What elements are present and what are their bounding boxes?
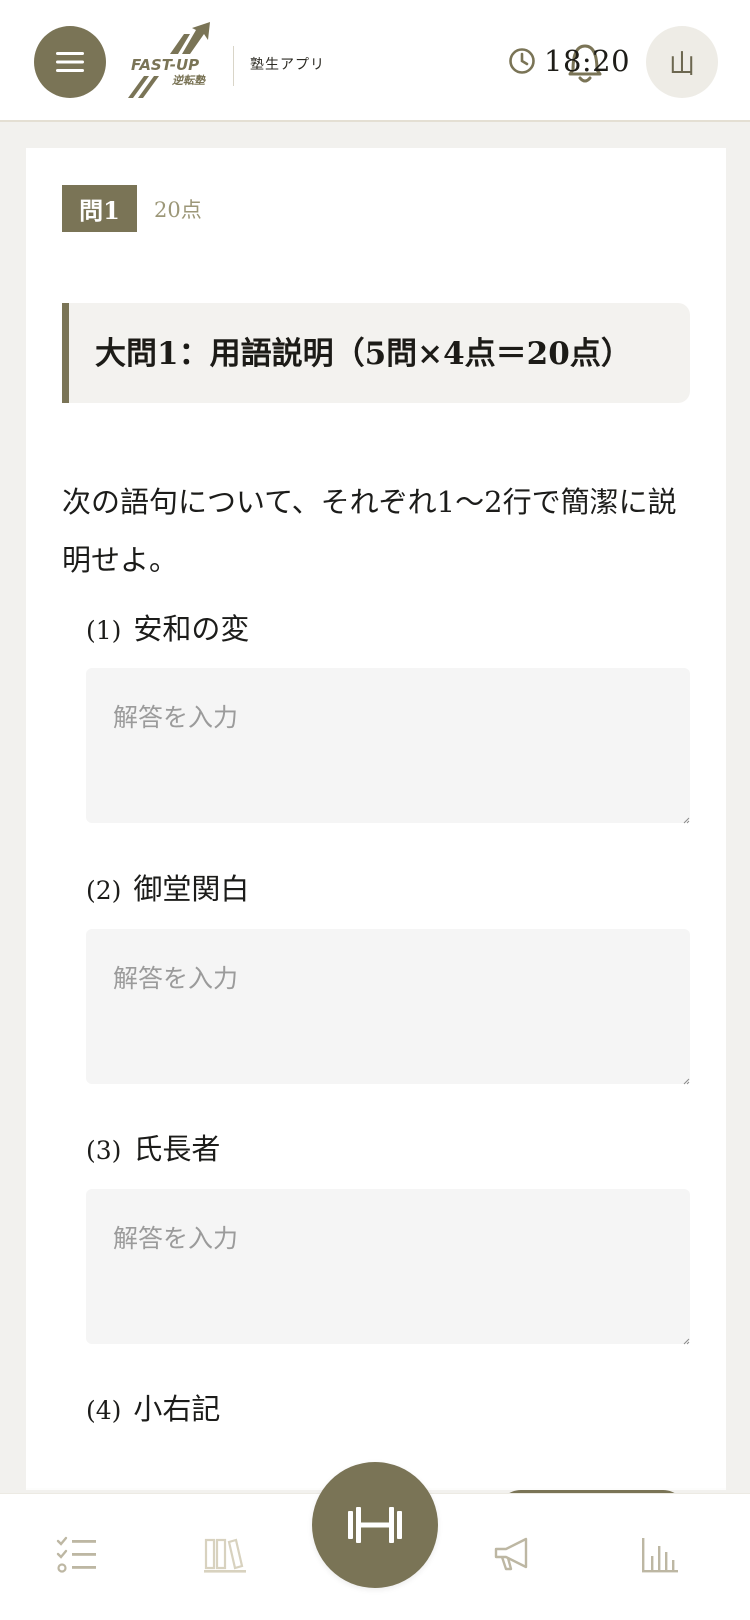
fast-up-logo[interactable]: FAST-UP 逆転塾 (128, 20, 228, 104)
item-label-1: (1) 安和の変 (86, 606, 249, 648)
hamburger-icon (56, 52, 84, 72)
item-label-2: (2) 御堂関白 (86, 866, 249, 908)
item-number: (4) (86, 1396, 122, 1425)
answer-input-3[interactable] (86, 1189, 690, 1344)
answer-input-2[interactable] (86, 929, 690, 1084)
svg-text:FAST-UP: FAST-UP (131, 56, 199, 74)
item-term: 小右記 (133, 1392, 221, 1426)
dumbbell-icon (348, 1507, 402, 1543)
question-points: 20点 (154, 197, 202, 222)
nav-books[interactable] (200, 1530, 250, 1580)
item-label-4: (4) 小右記 (86, 1386, 220, 1428)
clock-icon (509, 48, 535, 74)
nav-stats[interactable] (634, 1530, 684, 1580)
logo-divider (233, 46, 234, 86)
answer-input-1[interactable] (86, 668, 690, 823)
item-number: (1) (86, 616, 122, 645)
app-name: 塾生アプリ (250, 57, 325, 73)
megaphone-icon (494, 1537, 528, 1571)
books-icon (204, 1538, 246, 1573)
instruction-text: 次の語句について、それぞれ1〜2行で簡潔に説明せよ。 (62, 485, 677, 577)
item-number: (2) (86, 876, 122, 905)
bar-chart-icon (642, 1538, 678, 1573)
svg-text:逆転塾: 逆転塾 (172, 74, 206, 87)
menu-button[interactable] (34, 26, 106, 98)
item-term: 氏長者 (133, 1132, 221, 1166)
checklist-icon (56, 1536, 96, 1573)
question-badge: 問1 (62, 185, 137, 232)
training-fab[interactable] (312, 1462, 438, 1588)
item-term: 御堂関白 (133, 872, 250, 906)
timer: 18:20 (508, 44, 630, 78)
section-title: 大問1：用語説明（5問×4点＝20点） (62, 303, 690, 403)
question-header: 問1 20点 (62, 185, 202, 232)
nav-announcements[interactable] (488, 1530, 538, 1580)
item-number: (3) (86, 1136, 122, 1165)
avatar[interactable]: 山 (646, 26, 718, 98)
question-card: 問1 20点 大問1：用語説明（5問×4点＝20点） 次の語句について、それぞれ… (26, 148, 726, 1488)
resize-handle-icon[interactable] (682, 1337, 690, 1345)
item-term: 安和の変 (133, 612, 250, 646)
app-header: FAST-UP 逆転塾 塾生アプリ 18:20 山 (0, 0, 750, 122)
timer-text: 18:20 (544, 44, 631, 78)
resize-handle-icon[interactable] (682, 1077, 690, 1085)
nav-checklist[interactable] (52, 1530, 102, 1580)
resize-handle-icon[interactable] (682, 816, 690, 824)
item-label-3: (3) 氏長者 (86, 1126, 220, 1168)
